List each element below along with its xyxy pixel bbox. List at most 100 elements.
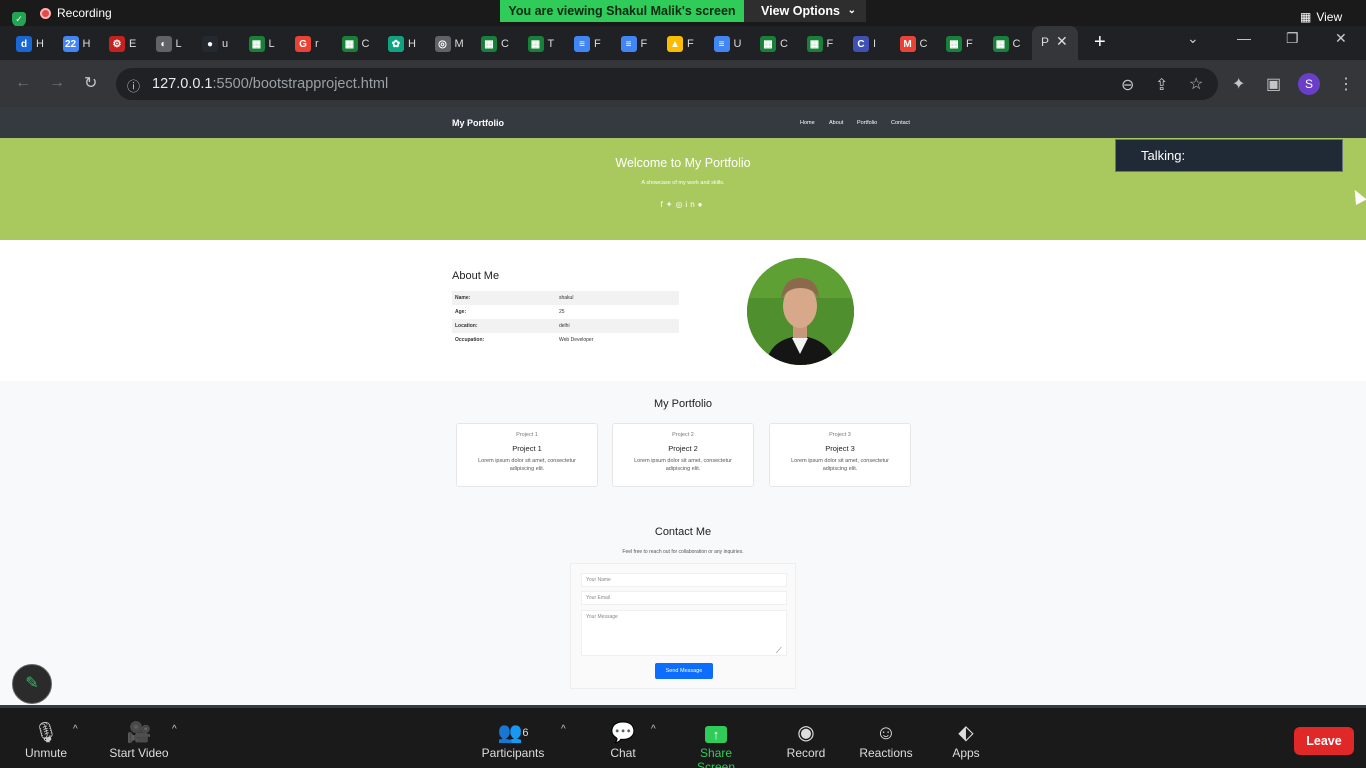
browser-tab[interactable]: Gr bbox=[295, 34, 319, 54]
active-tab[interactable]: P ✕ bbox=[1032, 26, 1078, 60]
extensions-icon[interactable]: ✦ bbox=[1232, 74, 1245, 94]
video-options-chevron-icon[interactable]: ^ bbox=[172, 724, 177, 735]
browser-tab[interactable]: dH bbox=[16, 34, 44, 54]
dictionary-icon: d bbox=[16, 36, 32, 52]
chat-icon: 💬 bbox=[610, 722, 636, 744]
zoom-icon[interactable]: ⊖ bbox=[1121, 75, 1134, 95]
project-card[interactable]: Project 2 Project 2 Lorem ipsum dolor si… bbox=[612, 423, 754, 487]
instagram-icon[interactable]: ◎ bbox=[675, 200, 685, 209]
back-icon[interactable]: ← bbox=[15, 74, 31, 92]
browser-tab[interactable]: ✿ H bbox=[388, 34, 416, 54]
browser-tab[interactable]: ▦ F bbox=[806, 34, 834, 54]
unmute-button[interactable]: 🎙 Unmute bbox=[22, 720, 70, 760]
browser-tab[interactable]: ▦ F bbox=[946, 34, 973, 54]
view-options-button[interactable]: View Options ⌄ bbox=[744, 0, 866, 22]
project-card[interactable]: Project 3 Project 3 Lorem ipsum dolor si… bbox=[769, 423, 911, 487]
url-text[interactable]: 127.0.0.1:5500/bootstrapproject.html bbox=[152, 76, 388, 92]
restore-icon[interactable]: ❐ bbox=[1286, 30, 1299, 47]
browser-tab[interactable]: 22 H bbox=[62, 34, 91, 54]
menu-kebab-icon[interactable]: ⋮ bbox=[1338, 74, 1354, 94]
profile-avatar[interactable]: S bbox=[1298, 73, 1320, 95]
tab-label: F bbox=[594, 38, 601, 50]
reactions-label: Reactions bbox=[859, 746, 913, 760]
portfolio-title: My Portfolio bbox=[653, 398, 713, 410]
tab-label: H bbox=[82, 38, 91, 50]
about-key: Location: bbox=[452, 319, 556, 333]
audio-options-chevron-icon[interactable]: ^ bbox=[73, 724, 78, 735]
recording-indicator[interactable]: Recording bbox=[40, 6, 112, 20]
nav-home[interactable]: Home bbox=[800, 120, 815, 126]
browser-tab[interactable]: ≡ F bbox=[620, 34, 647, 54]
record-button[interactable]: ◉ Record bbox=[784, 720, 828, 760]
browser-tab[interactable]: ≡ U bbox=[713, 34, 741, 54]
bookmark-star-icon[interactable]: ☆ bbox=[1189, 74, 1203, 94]
reload-icon[interactable]: ↻ bbox=[84, 73, 97, 93]
leave-button[interactable]: Leave bbox=[1294, 727, 1354, 755]
participants-icon: 👥6 bbox=[497, 722, 529, 744]
github-icon[interactable]: ● bbox=[698, 200, 706, 209]
browser-tab[interactable]: ▦ C bbox=[992, 34, 1020, 54]
share-icon[interactable]: ⇪ bbox=[1155, 75, 1168, 95]
browser-tab[interactable]: ◎ M bbox=[434, 34, 464, 54]
browser-tab[interactable]: ▦ C bbox=[341, 34, 369, 54]
sheets-icon: ▦ bbox=[248, 36, 265, 52]
close-tab-icon[interactable]: ✕ bbox=[1056, 33, 1068, 50]
linkedin-icon[interactable]: in bbox=[685, 200, 697, 209]
browser-tab[interactable]: ▦ T bbox=[527, 34, 554, 54]
tab-search-icon[interactable]: ⌄ bbox=[1187, 30, 1199, 47]
apps-label: Apps bbox=[952, 746, 980, 760]
tab-label: F bbox=[826, 38, 834, 50]
browser-tab[interactable]: ⚙ E bbox=[109, 34, 136, 54]
web-page: My Portfolio Home About Portfolio Contac… bbox=[0, 107, 1366, 708]
chat-chevron-icon[interactable]: ^ bbox=[651, 724, 656, 735]
start-video-button[interactable]: 🎥 Start Video bbox=[106, 720, 172, 760]
microphone-muted-icon: 🎙 bbox=[33, 722, 59, 744]
view-button[interactable]: ▦ View bbox=[1300, 10, 1342, 24]
browser-tab[interactable]: ▦ L bbox=[248, 34, 275, 54]
email-field[interactable]: Your Email bbox=[581, 591, 787, 605]
browser-tab[interactable]: ● u bbox=[202, 34, 228, 54]
code-icon: C bbox=[853, 36, 869, 52]
project-title: Project 2 bbox=[668, 444, 698, 453]
browser-tab[interactable]: ▦ C bbox=[481, 34, 509, 54]
participants-button[interactable]: 👥6 Participants bbox=[480, 720, 546, 760]
tab-label: r bbox=[315, 38, 319, 50]
reactions-button[interactable]: ☺ Reactions bbox=[858, 720, 914, 760]
name-field[interactable]: Your Name bbox=[581, 573, 787, 587]
tab-label: C bbox=[501, 38, 509, 50]
minimize-icon[interactable]: — bbox=[1237, 30, 1251, 46]
about-key: Age: bbox=[455, 309, 467, 315]
chrome-icon: ◎ bbox=[434, 36, 451, 52]
browser-tab[interactable]: CI bbox=[853, 34, 876, 54]
new-tab-button[interactable]: + bbox=[1094, 31, 1106, 54]
browser-tab[interactable]: ▲ F bbox=[667, 34, 694, 54]
browser-tab[interactable]: MC bbox=[899, 34, 927, 54]
nav-contact[interactable]: Contact bbox=[891, 120, 910, 126]
share-screen-button[interactable]: ↑ Share Screen bbox=[680, 720, 752, 768]
hero-subtitle: A showcase of my work and skills. bbox=[641, 180, 725, 186]
tab-label: H bbox=[36, 38, 44, 50]
message-field[interactable]: Your Message bbox=[581, 610, 787, 656]
info-icon[interactable]: ⓘ bbox=[127, 76, 140, 95]
browser-tab[interactable]: ◐ L bbox=[155, 34, 182, 54]
close-window-icon[interactable]: ✕ bbox=[1335, 30, 1347, 47]
resize-handle-icon[interactable]: ⟋ bbox=[776, 646, 782, 656]
browser-tab[interactable]: ▦ C bbox=[760, 34, 788, 54]
project-image: Project 2 bbox=[672, 432, 694, 438]
send-message-button[interactable]: Send Message bbox=[655, 663, 713, 679]
browser-tab[interactable]: ≡ F bbox=[574, 34, 601, 54]
site-brand[interactable]: My Portfolio bbox=[452, 118, 504, 128]
chat-button[interactable]: 💬 Chat bbox=[604, 720, 642, 760]
forward-icon[interactable]: → bbox=[49, 74, 65, 92]
project-title: Project 1 bbox=[512, 444, 542, 453]
side-panel-icon[interactable]: ▣ bbox=[1266, 74, 1281, 94]
participants-chevron-icon[interactable]: ^ bbox=[561, 724, 566, 735]
nav-portfolio[interactable]: Portfolio bbox=[857, 120, 877, 126]
social-links: f✦◎in● bbox=[0, 200, 1366, 209]
nav-about[interactable]: About bbox=[829, 120, 843, 126]
twitter-icon[interactable]: ✦ bbox=[666, 200, 676, 209]
project-card[interactable]: Project 1 Project 1 Lorem ipsum dolor si… bbox=[456, 423, 598, 487]
apps-button[interactable]: ⬖ Apps bbox=[948, 720, 984, 760]
annotate-pencil-button[interactable]: ✎ bbox=[12, 664, 52, 704]
table-row: Name: shakul bbox=[452, 291, 679, 305]
